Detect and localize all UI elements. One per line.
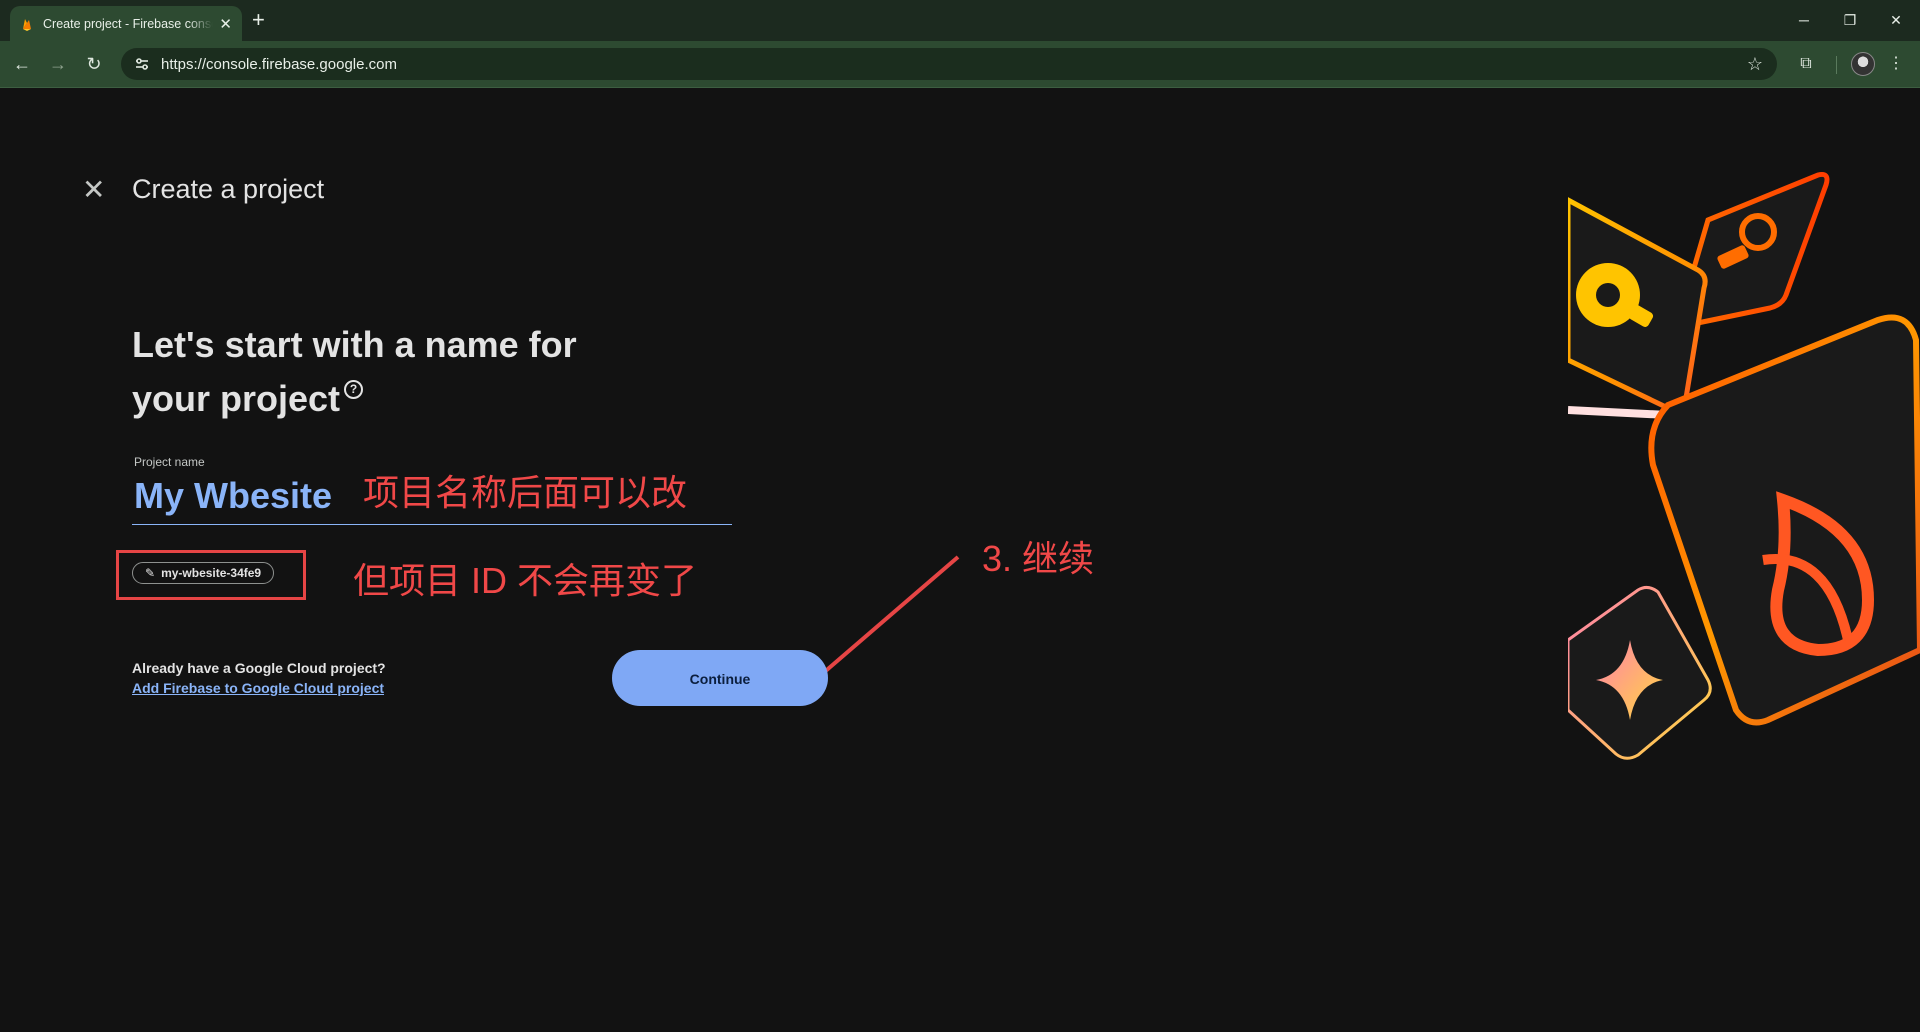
tab-close-icon[interactable]: ✕: [219, 15, 232, 33]
browser-toolbar: ← → ↻ https://console.firebase.google.co…: [0, 41, 1920, 88]
input-underline: [132, 524, 732, 525]
back-arrow-icon[interactable]: ←: [10, 52, 34, 76]
page-title: Create a project: [132, 174, 325, 204]
annotation-id-note: 但项目 ID 不会再变了: [353, 560, 698, 601]
cast-search-icon[interactable]: ⧉: [1794, 52, 1818, 76]
project-name-input[interactable]: My Wbesite: [134, 475, 332, 517]
new-tab-button[interactable]: +: [252, 8, 265, 32]
address-bar[interactable]: https://console.firebase.google.com ☆: [121, 48, 1777, 80]
project-id-chip[interactable]: ✎ my-wbesite-34fe9: [132, 562, 275, 584]
forward-arrow-icon[interactable]: →: [46, 52, 70, 76]
gcp-question: Already have a Google Cloud project?: [132, 660, 386, 676]
add-firebase-gcp-link[interactable]: Add Firebase to Google Cloud project: [132, 680, 384, 696]
gear-tile-icon: [1568, 197, 1708, 419]
minimize-button[interactable]: ─: [1784, 8, 1824, 32]
window-close-button[interactable]: ✕: [1876, 8, 1916, 32]
decorative-illustration: [1568, 172, 1920, 760]
url-text: https://console.firebase.google.com: [161, 55, 397, 73]
star-tile-icon: [1568, 585, 1712, 760]
restore-button[interactable]: ❐: [1830, 8, 1870, 32]
tab-strip: Create project - Firebase console ✕ + ─ …: [0, 0, 1920, 41]
tab-title: Create project - Firebase console: [43, 16, 213, 31]
profile-avatar[interactable]: [1851, 52, 1875, 76]
bookmark-star-icon[interactable]: ☆: [1747, 54, 1763, 75]
reload-icon[interactable]: ↻: [82, 52, 106, 76]
toolbar-divider: [1836, 56, 1837, 74]
firebase-favicon-icon: [23, 18, 31, 31]
active-tab[interactable]: Create project - Firebase console ✕: [10, 6, 242, 41]
more-menu-icon[interactable]: ⋮: [1884, 52, 1908, 76]
site-info-icon[interactable]: [133, 55, 151, 73]
project-id-text: my-wbesite-34fe9: [161, 566, 262, 580]
headline: Let's start with a name for your project…: [132, 318, 652, 426]
project-name-label: Project name: [134, 455, 205, 469]
pencil-icon: ✎: [145, 566, 156, 580]
headline-text: Let's start with a name for your project: [132, 324, 577, 419]
annotation-step-note: 3. 继续: [982, 538, 1095, 579]
continue-button[interactable]: Continue: [612, 650, 828, 706]
close-icon[interactable]: ✕: [82, 176, 105, 204]
help-icon[interactable]: ?: [344, 380, 364, 399]
annotation-name-note: 项目名称后面可以改: [363, 472, 688, 513]
